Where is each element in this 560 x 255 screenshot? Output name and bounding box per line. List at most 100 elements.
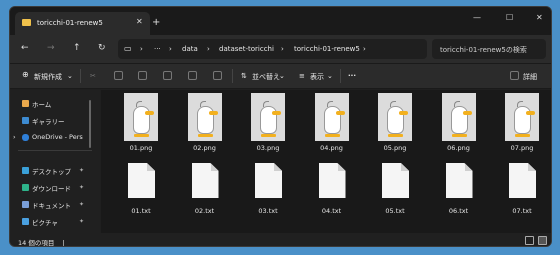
file-item-txt[interactable]: 03.txt [240,160,296,216]
search-input[interactable]: toricchi-01-renew5の検索 [432,39,546,59]
file-item-txt[interactable]: 07.txt [494,160,550,216]
file-item-png[interactable]: 02.png [177,93,233,155]
view-icon: ≡ [299,72,305,80]
onedrive-icon [22,134,29,141]
title-bar: toricchi-01-renew5 ✕ + — ☐ ✕ [10,7,551,35]
more-options-button[interactable]: ··· [348,72,356,80]
tab-toricchi-01-renew5[interactable]: toricchi-01-renew5 ✕ [15,12,150,35]
sidebar-item-onedrive[interactable]: OneDrive - Pers [32,133,83,141]
new-button[interactable]: 新規作成 [34,72,62,82]
file-name: 04.txt [321,207,342,215]
file-item-png[interactable]: 04.png [304,93,360,155]
file-name: 03.png [256,144,280,152]
sidebar-item-home[interactable]: ホーム [32,99,51,109]
download-icon [22,184,29,191]
status-bar: 14 個の項目 | [10,233,551,247]
address-bar[interactable]: ▭ › ··· › data › dataset-toricchi › tori… [118,39,427,59]
file-name: 01.png [129,144,153,152]
page-fold [274,163,282,171]
close-button[interactable]: ✕ [536,13,543,22]
image-thumbnail [187,93,222,141]
file-name: 06.png [447,144,470,152]
breadcrumb-separator: › [363,45,366,53]
details-button[interactable]: 詳細 [523,72,537,82]
file-name: 01.txt [131,207,151,215]
search-placeholder: toricchi-01-renew5の検索 [440,46,527,54]
monitor-icon: ▭ [124,44,132,53]
toolbar-divider [340,69,341,83]
home-icon [22,100,29,107]
file-item-txt[interactable]: 06.txt [431,160,487,216]
rename-icon[interactable] [163,71,172,80]
sidebar-scrollbar[interactable] [89,100,91,148]
file-item-txt[interactable]: 01.txt [113,160,169,216]
file-name: 02.png [193,144,216,152]
breadcrumb-separator: › [281,45,284,53]
details-pane-icon [510,71,519,80]
image-thumbnail [441,93,476,141]
view-button[interactable]: 表示 [310,72,324,82]
sidebar-divider [18,150,92,151]
sidebar-item-pictures[interactable]: ピクチャ [32,217,58,227]
file-item-txt[interactable]: 05.txt [367,160,423,216]
page-fold [464,163,473,171]
cut-icon[interactable]: ✂ [90,72,96,80]
image-thumbnail [124,93,158,141]
file-name: 07.png [510,144,534,152]
breadcrumb-data[interactable]: data [182,45,198,53]
paste-icon[interactable] [138,71,147,80]
file-item-png[interactable]: 01.png [113,93,169,155]
breadcrumb-separator: › [169,45,172,53]
maximize-button[interactable]: ☐ [506,13,513,22]
document-icon [22,201,29,208]
forward-button[interactable]: → [47,43,55,53]
details-view-icon[interactable] [525,236,534,245]
sidebar-item-gallery[interactable]: ギャラリー [32,116,65,126]
delete-icon[interactable] [213,71,222,80]
image-thumbnail [251,93,285,141]
sidebar-item-desktop[interactable]: デスクトップ [32,166,71,176]
page-fold [401,163,409,171]
breadcrumb-separator: › [140,45,143,53]
sidebar-item-downloads[interactable]: ダウンロード [32,183,71,193]
tab-close-icon[interactable]: ✕ [136,17,143,26]
file-name: 03.txt [258,207,278,215]
refresh-button[interactable]: ↻ [98,43,106,53]
file-name: 02.txt [194,207,215,215]
page-fold [210,163,219,171]
back-button[interactable]: ← [21,43,29,53]
up-button[interactable]: ↑ [73,43,81,53]
chevron-down-icon: ⌄ [67,72,73,80]
file-item-txt[interactable]: 02.txt [177,160,233,216]
file-item-png[interactable]: 03.png [240,93,296,155]
file-list: 01.png 02.png 03.png 04.png 05.png 06.png 07.p… [101,90,551,233]
sort-button[interactable]: 並べ替え [252,72,280,82]
command-bar: ⊕ 新規作成 ⌄ ✂ ⇅ 並べ替え ⌄ ≡ 表示 ⌄ ··· 詳細 [10,63,551,89]
new-tab-button[interactable]: + [152,17,160,28]
sidebar-item-documents[interactable]: ドキュメント [32,200,71,210]
minimize-button[interactable]: — [473,13,481,22]
breadcrumb-dataset-toricchi[interactable]: dataset-toricchi [219,45,274,53]
pictures-icon [22,218,29,225]
file-item-png[interactable]: 06.png [431,93,487,155]
share-icon[interactable] [188,71,197,80]
chevron-down-icon: ⌄ [279,72,285,80]
breadcrumb-toricchi-01-renew5[interactable]: toricchi-01-renew5 [294,45,360,53]
file-item-txt[interactable]: 04.txt [304,160,360,216]
breadcrumb-separator: › [207,45,210,53]
file-name: 05.png [383,144,407,152]
expand-chevron-icon[interactable]: › [13,133,16,141]
file-name: 07.txt [512,207,532,215]
item-count: 14 個の項目 | [18,239,65,247]
page-fold [528,163,536,171]
large-icons-view-icon[interactable] [538,236,547,245]
breadcrumb-more[interactable]: ··· [154,45,161,53]
folder-icon [22,19,31,26]
file-item-png[interactable]: 07.png [494,93,550,155]
image-thumbnail [314,93,349,141]
page-fold [337,163,346,171]
copy-icon[interactable] [114,71,123,80]
file-item-png[interactable]: 05.png [367,93,423,155]
toolbar-divider [232,69,233,83]
pin-icon: ✦ [79,167,85,174]
